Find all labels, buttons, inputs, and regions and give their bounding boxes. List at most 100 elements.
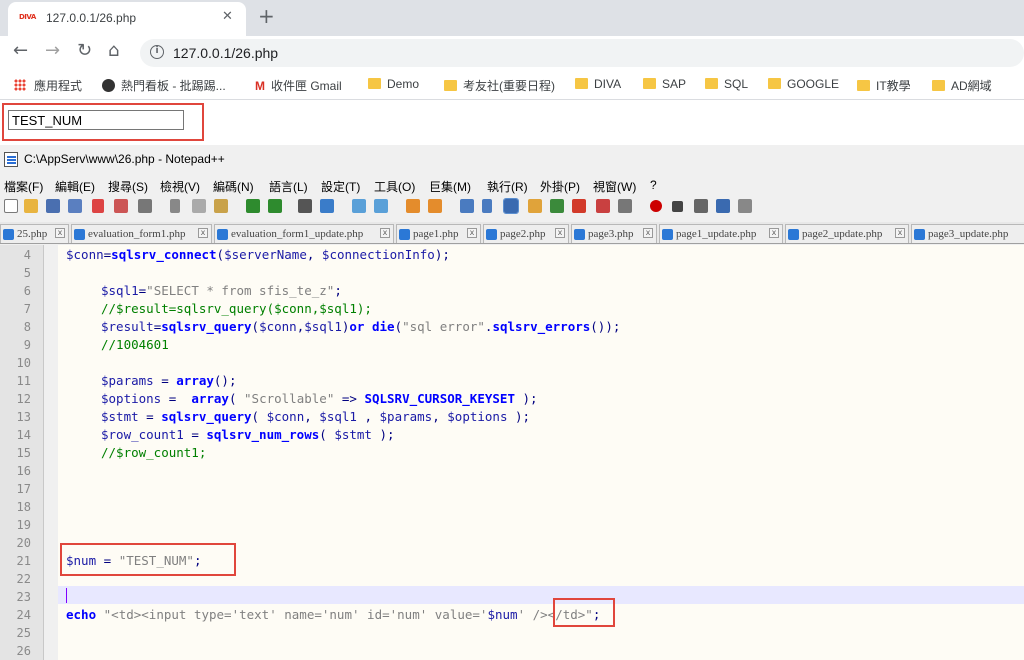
code-line-24: echo "<td><input type='text' name='num' … — [66, 607, 600, 622]
doc-tab[interactable]: page2_update.php x — [785, 224, 909, 243]
record-macro-icon[interactable] — [650, 200, 662, 212]
menu-window[interactable]: 視窗(W) — [593, 178, 636, 195]
close-file-icon[interactable] — [92, 199, 104, 213]
menu-run[interactable]: 執行(R) — [487, 178, 528, 195]
cut-icon[interactable] — [170, 199, 180, 213]
new-file-icon[interactable] — [4, 199, 18, 213]
diva-favicon-icon: DIVA — [19, 13, 36, 21]
num-input[interactable] — [8, 110, 184, 130]
site-info-icon[interactable]: i — [150, 45, 164, 59]
close-tab-icon[interactable]: x — [198, 228, 208, 238]
monitor-icon[interactable] — [618, 199, 632, 213]
sync-horizontal-icon[interactable] — [428, 199, 442, 213]
menu-macro[interactable]: 巨集(M) — [429, 178, 471, 195]
replace-icon[interactable] — [320, 199, 334, 213]
code-editor[interactable]: 4 5 6 7 8 9 10 11 12 13 14 15 16 17 18 1… — [0, 245, 1024, 660]
current-line-highlight — [58, 586, 1024, 604]
user-lang-icon[interactable] — [528, 199, 542, 213]
close-tab-icon[interactable]: x — [380, 228, 390, 238]
menu-tools[interactable]: 工具(O) — [374, 178, 415, 195]
reload-icon[interactable]: ↻ — [77, 40, 92, 61]
url-text[interactable]: 127.0.0.1/26.php — [173, 45, 278, 61]
doc-tab[interactable]: evaluation_form1_update.php x — [214, 224, 394, 243]
bookmark-it[interactable]: IT教學 — [857, 77, 911, 94]
bookmark-apps[interactable]: 應用程式 — [14, 77, 82, 94]
undo-icon[interactable] — [246, 199, 260, 213]
text-caret — [66, 588, 67, 603]
copy-icon[interactable] — [192, 199, 206, 213]
address-bar[interactable]: i 127.0.0.1/26.php — [140, 39, 1024, 67]
menu-edit[interactable]: 編輯(E) — [55, 178, 95, 195]
back-arrow-icon[interactable]: ← — [13, 40, 28, 61]
indent-guide-icon[interactable] — [503, 198, 519, 214]
bookmark-sap[interactable]: SAP — [643, 77, 686, 91]
code-line-13: $stmt = sqlsrv_query( $conn, $sql1 , $pa… — [101, 409, 530, 424]
menu-file[interactable]: 檔案(F) — [4, 178, 43, 195]
code-token: ); — [371, 427, 395, 442]
zoom-out-icon[interactable] — [374, 199, 388, 213]
bookmark-sql[interactable]: SQL — [705, 77, 748, 91]
close-tab-icon[interactable]: x — [643, 228, 653, 238]
redo-icon[interactable] — [268, 199, 282, 213]
menu-encoding[interactable]: 編碼(N) — [213, 178, 254, 195]
code-line-8: $result=sqlsrv_query($conn,$sql1)or die(… — [101, 319, 620, 334]
menu-settings[interactable]: 設定(T) — [321, 178, 360, 195]
doc-tab[interactable]: 25.php x — [0, 224, 69, 243]
menu-plugins[interactable]: 外掛(P) — [540, 178, 580, 195]
code-line-12: $options = array( "Scrollable" => SQLSRV… — [101, 391, 538, 406]
close-tab-icon[interactable]: x — [895, 228, 905, 238]
close-tab-icon[interactable]: x — [769, 228, 779, 238]
bookmark-demo[interactable]: Demo — [368, 77, 419, 91]
save-macro-icon[interactable] — [738, 199, 752, 213]
home-icon[interactable]: ⌂ — [108, 40, 119, 61]
new-tab-icon[interactable]: + — [258, 4, 275, 28]
close-tab-icon[interactable]: x — [467, 228, 477, 238]
word-wrap-icon[interactable] — [460, 199, 474, 213]
play-multiple-icon[interactable] — [716, 199, 730, 213]
bookmark-label: SAP — [662, 77, 687, 91]
paste-icon[interactable] — [214, 199, 228, 213]
doc-tab[interactable]: evaluation_form1.php x — [71, 224, 212, 243]
bookmark-ptt[interactable]: 熱門看板 - 批踢踢... — [102, 77, 226, 94]
print-icon[interactable] — [138, 199, 152, 213]
forward-arrow-icon[interactable]: → — [45, 40, 60, 61]
doc-tab[interactable]: page1_update.php x — [659, 224, 783, 243]
doc-tab-label: evaluation_form1.php — [88, 228, 186, 240]
code-token: ); — [434, 247, 450, 262]
save-icon[interactable] — [46, 199, 60, 213]
bookmark-ad[interactable]: AD網域 — [932, 77, 992, 94]
show-all-chars-icon[interactable] — [482, 199, 492, 213]
stop-macro-icon[interactable] — [672, 201, 683, 212]
bookmark-google[interactable]: GOOGLE — [768, 77, 839, 91]
doc-map-icon[interactable] — [550, 199, 564, 213]
function-list-icon[interactable] — [572, 199, 586, 213]
doc-tab[interactable]: page1.php x — [396, 224, 481, 243]
close-all-icon[interactable] — [114, 199, 128, 213]
doc-tab[interactable]: page3.php x — [571, 224, 657, 243]
bookmark-kaoyoushe[interactable]: 考友社(重要日程) — [444, 77, 555, 94]
save-all-icon[interactable] — [68, 199, 82, 213]
close-tab-icon[interactable]: ✕ — [222, 9, 233, 24]
sync-vertical-icon[interactable] — [406, 199, 420, 213]
find-icon[interactable] — [298, 199, 312, 213]
play-macro-icon[interactable] — [694, 199, 708, 213]
code-token: sqlsrv_connect — [111, 247, 217, 262]
folder-workspace-icon[interactable] — [596, 199, 610, 213]
close-tab-icon[interactable]: x — [55, 228, 65, 238]
open-file-icon[interactable] — [24, 199, 38, 213]
bookmark-gmail[interactable]: M 收件匣 Gmail — [255, 77, 342, 94]
browser-tab[interactable]: DIVA 127.0.0.1/26.php ✕ — [8, 2, 246, 36]
menu-help[interactable]: ? — [650, 178, 657, 192]
line-number: 20 — [16, 536, 31, 550]
bookmark-diva[interactable]: DIVA — [575, 77, 621, 91]
code-token: array — [176, 373, 214, 388]
doc-tab[interactable]: page3_update.php — [911, 224, 1024, 243]
menu-search[interactable]: 搜尋(S) — [108, 178, 148, 195]
menu-view[interactable]: 檢視(V) — [160, 178, 200, 195]
zoom-in-icon[interactable] — [352, 199, 366, 213]
code-line-15: //$row_count1; — [101, 445, 207, 460]
close-tab-icon[interactable]: x — [555, 228, 565, 238]
menu-language[interactable]: 語言(L) — [269, 178, 308, 195]
doc-tab[interactable]: page2.php x — [483, 224, 569, 243]
